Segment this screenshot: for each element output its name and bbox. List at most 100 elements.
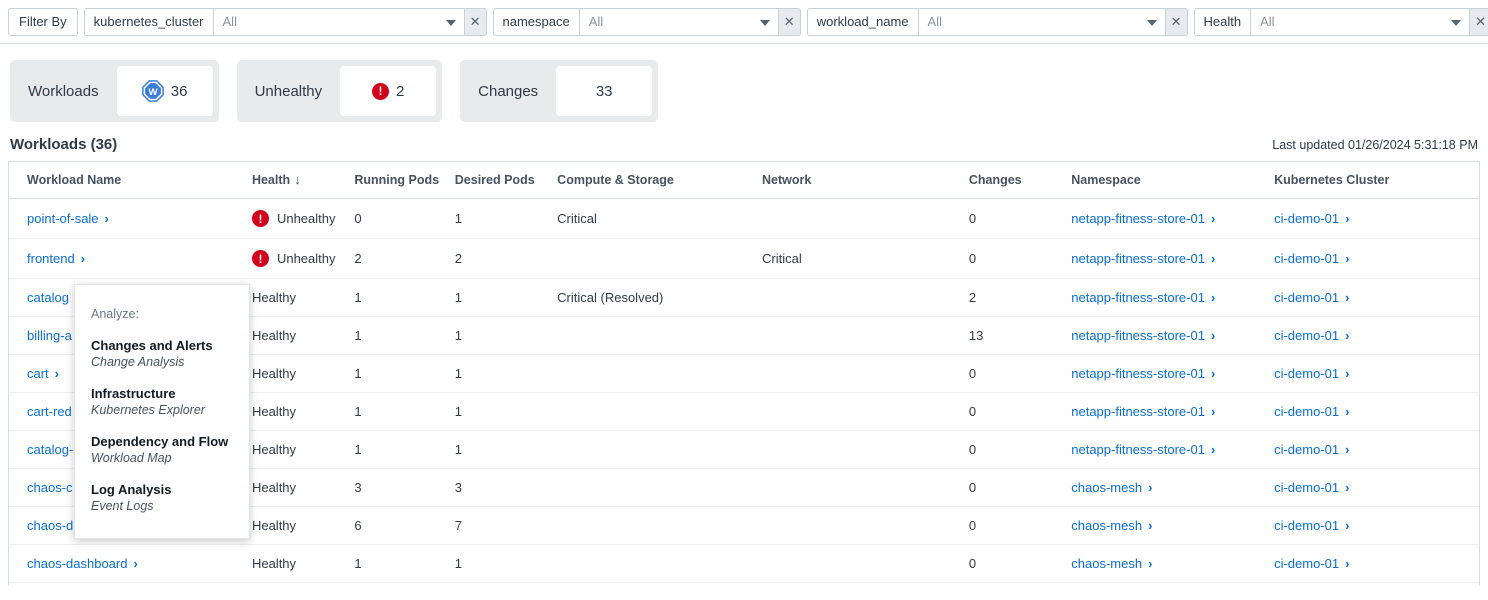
analyze-context-menu[interactable]: Analyze: Changes and Alerts Change Analy… bbox=[74, 284, 250, 539]
workload-name-link[interactable]: point-of-sale› bbox=[27, 211, 109, 226]
column-header-running-pods[interactable]: Running Pods bbox=[348, 162, 448, 199]
chevron-right-icon[interactable]: › bbox=[1148, 519, 1152, 532]
column-header-kubernetes-cluster[interactable]: Kubernetes Cluster bbox=[1268, 162, 1479, 199]
chevron-right-icon[interactable]: › bbox=[1148, 557, 1152, 570]
table-row[interactable]: chaos-dns-server›Healthy110chaos-mesh›ci… bbox=[9, 583, 1479, 587]
kubernetes-cluster-link[interactable]: ci-demo-01› bbox=[1274, 251, 1349, 266]
chevron-right-icon[interactable]: › bbox=[1211, 212, 1215, 225]
chevron-right-icon[interactable]: › bbox=[1211, 329, 1215, 342]
namespace-link[interactable]: netapp-fitness-store-01› bbox=[1071, 442, 1215, 457]
chevron-right-icon[interactable]: › bbox=[1211, 367, 1215, 380]
namespace-link[interactable]: chaos-mesh› bbox=[1071, 556, 1152, 571]
kpi-card-unhealthy[interactable]: Unhealthy ! 2 bbox=[237, 60, 443, 122]
namespace-link[interactable]: chaos-mesh› bbox=[1071, 518, 1152, 533]
chevron-right-icon[interactable]: › bbox=[105, 212, 109, 225]
kpi-card-workloads[interactable]: Workloads W 36 bbox=[10, 60, 219, 122]
workload-name-text: catalog- bbox=[27, 442, 73, 457]
namespace-link-text: netapp-fitness-store-01 bbox=[1071, 366, 1205, 381]
chevron-right-icon[interactable]: › bbox=[1148, 481, 1152, 494]
column-header-desired-pods[interactable]: Desired Pods bbox=[449, 162, 551, 199]
kubernetes-cluster-link[interactable]: ci-demo-01› bbox=[1274, 556, 1349, 571]
kubernetes-cluster-link[interactable]: ci-demo-01 › bbox=[1274, 366, 1349, 381]
column-header-compute-storage[interactable]: Compute & Storage bbox=[551, 162, 756, 199]
filter-key-workload-name[interactable]: workload_name bbox=[807, 8, 918, 36]
filter-clear-workload-name[interactable]: ✕ bbox=[1166, 8, 1188, 36]
cell-running-pods: 1 bbox=[348, 317, 448, 355]
chevron-right-icon[interactable]: › bbox=[1345, 481, 1349, 494]
filter-value-namespace[interactable]: All bbox=[579, 8, 779, 36]
column-header-namespace[interactable]: Namespace bbox=[1065, 162, 1268, 199]
namespace-link[interactable]: netapp-fitness-store-01› bbox=[1071, 328, 1215, 343]
chevron-right-icon[interactable]: › bbox=[1345, 212, 1349, 225]
menu-item-infrastructure[interactable]: Infrastructure Kubernetes Explorer bbox=[91, 385, 249, 419]
namespace-link[interactable]: netapp-fitness-store-01› bbox=[1071, 211, 1215, 226]
chevron-right-icon[interactable]: › bbox=[1345, 367, 1349, 380]
chevron-right-icon[interactable]: › bbox=[1211, 405, 1215, 418]
kubernetes-cluster-link[interactable]: ci-demo-01› bbox=[1274, 290, 1349, 305]
workload-name-link[interactable]: cart› bbox=[27, 366, 59, 381]
chevron-right-icon[interactable]: › bbox=[1345, 252, 1349, 265]
chevron-right-icon[interactable]: › bbox=[1345, 557, 1349, 570]
filter-key-kubernetes-cluster[interactable]: kubernetes_cluster bbox=[84, 8, 213, 36]
filter-clear-namespace[interactable]: ✕ bbox=[779, 8, 801, 36]
menu-item-dependency-and-flow[interactable]: Dependency and Flow Workload Map bbox=[91, 433, 249, 467]
workload-name-link[interactable]: chaos-dashboard› bbox=[27, 556, 138, 571]
table-row[interactable]: frontend›!Unhealthy22Critical0netapp-fit… bbox=[9, 239, 1479, 279]
filter-key-namespace[interactable]: namespace bbox=[493, 8, 579, 36]
kpi-value-changes: 33 bbox=[556, 66, 652, 116]
chevron-right-icon[interactable]: › bbox=[1345, 405, 1349, 418]
chevron-right-icon[interactable]: › bbox=[1211, 443, 1215, 456]
namespace-link[interactable]: netapp-fitness-store-01 › bbox=[1071, 366, 1215, 381]
cell-network bbox=[756, 507, 963, 545]
column-header-network[interactable]: Network bbox=[756, 162, 963, 199]
kubernetes-cluster-link[interactable]: ci-demo-01› bbox=[1274, 328, 1349, 343]
cell-namespace: netapp-fitness-store-01› bbox=[1065, 431, 1268, 469]
filter-clear-kubernetes-cluster[interactable]: ✕ bbox=[465, 8, 487, 36]
kubernetes-cluster-link[interactable]: ci-demo-01› bbox=[1274, 211, 1349, 226]
chevron-right-icon[interactable]: › bbox=[55, 367, 59, 380]
workload-name-link[interactable]: frontend› bbox=[27, 251, 85, 266]
cell-compute-storage bbox=[551, 583, 756, 587]
sort-descending-icon[interactable]: ↓ bbox=[294, 172, 301, 187]
namespace-link[interactable]: netapp-fitness-store-01› bbox=[1071, 251, 1215, 266]
kubernetes-cluster-link[interactable]: ci-demo-01› bbox=[1274, 518, 1349, 533]
cell-kubernetes-cluster: ci-demo-01› bbox=[1268, 469, 1479, 507]
column-header-changes[interactable]: Changes bbox=[963, 162, 1065, 199]
kubernetes-cluster-link[interactable]: ci-demo-01› bbox=[1274, 404, 1349, 419]
filter-bar: Filter By kubernetes_cluster All ✕ names… bbox=[0, 0, 1488, 44]
kubernetes-cluster-link[interactable]: ci-demo-01› bbox=[1274, 480, 1349, 495]
chevron-right-icon[interactable]: › bbox=[133, 557, 137, 570]
namespace-link[interactable]: chaos-mesh› bbox=[1071, 480, 1152, 495]
filter-clear-health[interactable]: ✕ bbox=[1470, 8, 1488, 36]
kpi-value-unhealthy: ! 2 bbox=[340, 66, 436, 116]
table-row[interactable]: chaos-dashboard›Healthy110chaos-mesh›ci-… bbox=[9, 545, 1479, 583]
chevron-right-icon[interactable]: › bbox=[1345, 519, 1349, 532]
filter-value-kubernetes-cluster[interactable]: All bbox=[213, 8, 465, 36]
table-row[interactable]: point-of-sale›!Unhealthy01Critical0netap… bbox=[9, 199, 1479, 239]
kubernetes-cluster-link[interactable]: ci-demo-01 › bbox=[1274, 442, 1349, 457]
filter-value-workload-name[interactable]: All bbox=[918, 8, 1166, 36]
chevron-right-icon[interactable]: › bbox=[1211, 252, 1215, 265]
health-status: Healthy bbox=[252, 556, 342, 571]
workload-name-link[interactable]: catalog› bbox=[27, 290, 79, 305]
filter-value-health[interactable]: All bbox=[1250, 8, 1470, 36]
column-header-workload-name[interactable]: Workload Name bbox=[9, 162, 246, 199]
chevron-right-icon[interactable]: › bbox=[1211, 291, 1215, 304]
namespace-link[interactable]: netapp-fitness-store-01› bbox=[1071, 404, 1215, 419]
chevron-right-icon[interactable]: › bbox=[81, 252, 85, 265]
kpi-card-changes[interactable]: Changes 33 bbox=[460, 60, 658, 122]
namespace-link[interactable]: netapp-fitness-store-01› bbox=[1071, 290, 1215, 305]
column-header-health[interactable]: Health↓ bbox=[246, 162, 348, 199]
cell-desired-pods: 1 bbox=[449, 545, 551, 583]
chevron-right-icon[interactable]: › bbox=[1345, 329, 1349, 342]
menu-item-log-analysis[interactable]: Log Analysis Event Logs bbox=[91, 481, 249, 515]
chevron-right-icon[interactable]: › bbox=[1345, 291, 1349, 304]
menu-item-changes-and-alerts[interactable]: Changes and Alerts Change Analysis bbox=[91, 337, 249, 371]
cell-namespace: netapp-fitness-store-01› bbox=[1065, 239, 1268, 279]
kubernetes-cluster-link-text: ci-demo-01 bbox=[1274, 366, 1339, 381]
kubernetes-cluster-link-text: ci-demo-01 bbox=[1274, 442, 1339, 457]
cell-kubernetes-cluster: ci-demo-01› bbox=[1268, 583, 1479, 587]
chevron-right-icon[interactable]: › bbox=[1345, 443, 1349, 456]
cell-kubernetes-cluster: ci-demo-01› bbox=[1268, 239, 1479, 279]
filter-key-health[interactable]: Health bbox=[1194, 8, 1251, 36]
